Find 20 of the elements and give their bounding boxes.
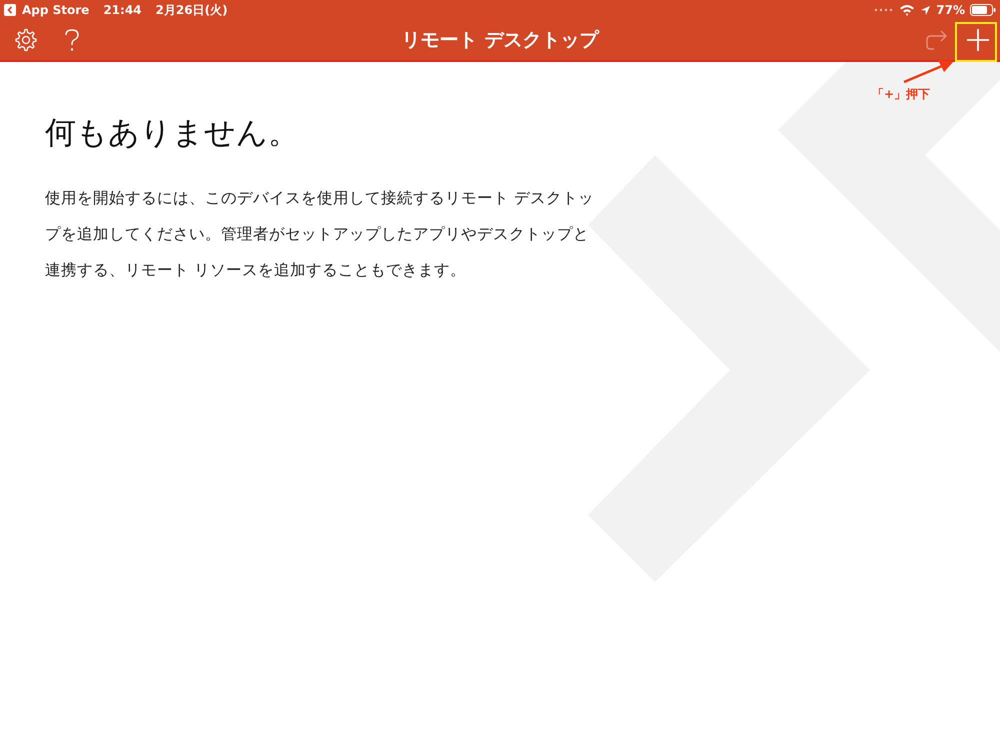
add-button[interactable] [964, 26, 992, 54]
location-icon [920, 4, 932, 16]
status-time: 21:44 [103, 3, 142, 17]
battery-percent: 77% [936, 3, 965, 17]
nav-title: リモート デスクトップ [402, 28, 598, 53]
annotation-label: 「+」押下 [872, 86, 930, 103]
signal-icon [874, 8, 894, 12]
battery-icon [970, 4, 996, 16]
back-app-label[interactable]: App Store [22, 3, 90, 17]
annotation-arrow [902, 58, 956, 84]
help-icon [64, 28, 80, 52]
plus-icon [966, 28, 990, 52]
back-icon[interactable] [4, 4, 16, 16]
highlight-frame [955, 22, 997, 62]
empty-message: 使用を開始するには、このデバイスを使用して接続するリモート デスクトップを追加してください。管理者がセットアップしたアプリやデスクトップと連携する、リモート リソースを追加することもできます。 [45, 188, 595, 281]
wifi-icon [899, 4, 916, 16]
status-date: 2月26日(火) [156, 2, 228, 18]
settings-icon [14, 28, 38, 52]
redo-icon [926, 28, 948, 52]
empty-heading: 何もありません。 [45, 114, 300, 153]
